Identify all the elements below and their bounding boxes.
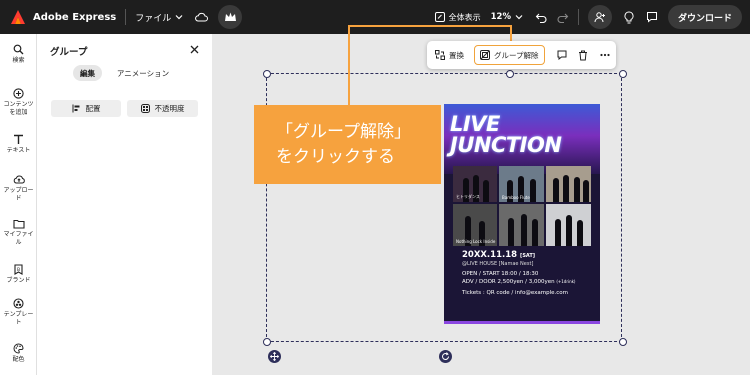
ungroup-icon: [480, 50, 490, 60]
ungroup-label: グループ解除: [494, 50, 539, 60]
resize-handle[interactable]: [619, 338, 627, 346]
opacity-button[interactable]: 不透明度: [127, 100, 198, 117]
group-panel: グループ 編集 アニメーション 配置 不透明度: [37, 34, 212, 375]
comment-icon[interactable]: [646, 11, 658, 23]
rail-item-color[interactable]: 配色: [0, 343, 37, 364]
magic-crown-icon: [224, 12, 236, 21]
opacity-icon: [140, 104, 150, 113]
rail-item-label: ブランド: [6, 277, 31, 284]
redo-icon[interactable]: [557, 12, 569, 23]
text-icon: [14, 134, 23, 144]
ungroup-button[interactable]: グループ解除: [474, 45, 545, 65]
resize-handle[interactable]: [263, 70, 271, 78]
file-menu[interactable]: ファイル: [135, 11, 183, 24]
chevron-down-icon: [515, 15, 523, 20]
top-bar: Adobe Express ファイル 全体表示 12% ダウンロード: [0, 0, 750, 34]
zoom-level: 12%: [490, 12, 511, 22]
left-rail: 検索 コンテンツを追加 テキスト アップロード マイファイル B ブランド テン…: [0, 34, 37, 375]
file-menu-label: ファイル: [135, 13, 172, 24]
adobe-express-logo-icon[interactable]: [10, 9, 26, 25]
replace-label: 置換: [449, 50, 464, 60]
zoom-dropdown[interactable]: 12%: [491, 12, 523, 22]
rail-item-label: テンプレート: [3, 311, 34, 326]
rail-item-label: アップロード: [3, 187, 34, 202]
template-icon: [13, 298, 24, 309]
more-options-icon[interactable]: [599, 53, 610, 57]
rail-item-text[interactable]: テキスト: [0, 134, 37, 155]
fit-to-screen-button[interactable]: 全体表示: [434, 12, 481, 23]
chevron-down-icon: [175, 15, 183, 20]
close-icon[interactable]: [188, 43, 200, 55]
download-button[interactable]: ダウンロード: [667, 5, 742, 29]
fit-to-screen-label: 全体表示: [448, 12, 481, 22]
replace-icon: [435, 50, 445, 60]
rail-item-search[interactable]: 検索: [0, 44, 37, 65]
opacity-label: 不透明度: [154, 104, 185, 113]
rail-item-label: マイファイル: [3, 231, 34, 246]
rotate-handle-icon[interactable]: [439, 350, 452, 363]
panel-title: グループ: [50, 47, 88, 58]
upload-icon: [13, 175, 25, 184]
tab-edit[interactable]: 編集: [73, 65, 102, 81]
folder-icon: [12, 219, 25, 229]
rail-item-brand[interactable]: B ブランド: [0, 264, 37, 285]
tab-animation[interactable]: アニメーション: [110, 65, 176, 81]
rail-item-label: 配色: [12, 356, 25, 363]
lightbulb-icon[interactable]: [624, 10, 634, 24]
rail-item-label: コンテンツを追加: [3, 101, 34, 116]
rail-item-label: 検索: [12, 57, 25, 64]
divider: [577, 9, 579, 25]
comment-icon[interactable]: [557, 50, 567, 60]
user-plus-icon: [594, 12, 605, 23]
fit-screen-icon: [434, 12, 445, 22]
arrange-label: 配置: [85, 104, 101, 113]
replace-button[interactable]: 置換: [435, 50, 464, 61]
palette-icon: [13, 343, 24, 354]
undo-icon[interactable]: [535, 12, 547, 23]
align-left-icon: [72, 104, 79, 113]
add-content-icon: [13, 88, 24, 99]
callout-line2: をクリックする: [276, 147, 395, 167]
brand-icon: B: [14, 264, 23, 275]
trash-icon[interactable]: [578, 50, 588, 61]
resize-handle[interactable]: [263, 338, 271, 346]
callout-connector: [348, 25, 511, 27]
rail-item-upload[interactable]: アップロード: [0, 174, 37, 203]
generate-button[interactable]: [218, 5, 243, 29]
app-title: Adobe Express: [33, 11, 117, 23]
resize-handle[interactable]: [506, 70, 514, 78]
floating-toolbar: 置換 グループ解除: [427, 41, 616, 69]
callout-line1: 「グループ解除」: [276, 122, 411, 142]
svg-text:B: B: [17, 267, 20, 273]
callout-connector: [348, 25, 350, 105]
cloud-save-icon[interactable]: [195, 12, 209, 22]
rail-item-add-content[interactable]: コンテンツを追加: [0, 88, 37, 117]
move-handle-icon[interactable]: [268, 350, 281, 363]
arrange-button[interactable]: 配置: [51, 100, 121, 117]
invite-user-button[interactable]: [587, 5, 612, 29]
resize-handle[interactable]: [619, 70, 627, 78]
instruction-callout: 「グループ解除」 をクリックする: [254, 105, 441, 184]
rail-item-label: テキスト: [6, 147, 31, 154]
rail-item-templates[interactable]: テンプレート: [0, 298, 37, 327]
search-icon: [13, 44, 24, 55]
rail-item-my-files[interactable]: マイファイル: [0, 219, 37, 247]
divider: [125, 9, 127, 25]
